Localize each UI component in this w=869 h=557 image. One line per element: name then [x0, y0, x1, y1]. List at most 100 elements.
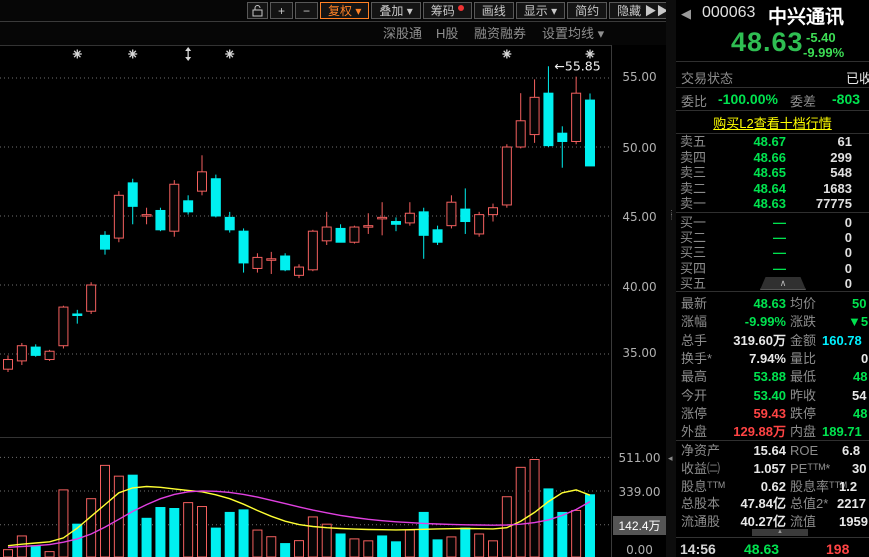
candle-up[interactable]	[196, 155, 207, 196]
volume-bar[interactable]	[183, 502, 194, 557]
candle-up[interactable]	[474, 211, 485, 237]
ask-price[interactable]: 48.64	[716, 181, 786, 196]
lock-button[interactable]	[247, 2, 268, 19]
overlay-button[interactable]: 叠加 ▾	[371, 2, 421, 19]
expand-orderbook-button[interactable]: ∧	[760, 277, 806, 290]
bid-price[interactable]: —	[716, 245, 786, 260]
collapse-panel-button[interactable]: ▲	[752, 529, 808, 536]
volume-bar[interactable]	[238, 509, 249, 557]
candle-up[interactable]	[404, 202, 415, 226]
volume-bar[interactable]	[363, 540, 374, 557]
candle-down[interactable]	[543, 66, 554, 147]
volume-bar[interactable]	[30, 545, 41, 557]
chips-button[interactable]: 筹码	[422, 2, 472, 19]
volume-bar[interactable]	[307, 516, 318, 557]
volume-bar[interactable]	[487, 540, 498, 557]
candle-up[interactable]	[169, 180, 180, 237]
candle-up[interactable]	[141, 207, 152, 225]
volume-bar[interactable]	[169, 508, 180, 557]
ask-price[interactable]: 48.63	[716, 196, 786, 211]
zoom-in-button[interactable]: +	[270, 2, 294, 19]
candle-up[interactable]	[529, 79, 540, 143]
link-shenzhen-connect[interactable]: 深股通	[383, 23, 422, 45]
candle-down[interactable]	[127, 178, 138, 225]
candle-up[interactable]	[86, 282, 97, 314]
candle-up[interactable]	[321, 211, 332, 245]
volume-bar[interactable]	[349, 538, 360, 557]
volume-bar[interactable]	[58, 489, 69, 557]
volume-bar[interactable]	[44, 551, 55, 557]
bid-price[interactable]: —	[716, 261, 786, 276]
zoom-out-button[interactable]: −	[295, 2, 319, 19]
volume-bar[interactable]	[571, 509, 582, 557]
candle-down[interactable]	[224, 211, 235, 233]
volume-bar[interactable]	[515, 466, 526, 557]
volume-bar[interactable]	[377, 535, 388, 557]
candle-down[interactable]	[238, 228, 249, 273]
bid-price[interactable]: —	[716, 230, 786, 245]
volume-bar[interactable]	[321, 523, 332, 557]
candle-down[interactable]	[584, 93, 595, 167]
volume-bar[interactable]	[557, 511, 568, 557]
candle-up[interactable]	[487, 203, 498, 222]
volume-bar[interactable]	[196, 506, 207, 557]
candle-down[interactable]	[72, 309, 83, 324]
candle-down[interactable]	[280, 253, 291, 272]
volume-bar[interactable]	[141, 517, 152, 557]
ask-price[interactable]: 48.66	[716, 150, 786, 165]
candle-up[interactable]	[515, 93, 526, 149]
candle-up[interactable]	[501, 144, 512, 208]
kline-chart[interactable]: ←55.85	[0, 46, 611, 437]
volume-bar[interactable]	[390, 541, 401, 557]
volume-bar[interactable]	[155, 507, 166, 557]
draw-line-button[interactable]: 画线	[473, 2, 514, 19]
simple-mode-button[interactable]: 简约	[567, 2, 608, 19]
candle-down[interactable]	[390, 217, 401, 232]
ask-price[interactable]: 48.67	[716, 134, 786, 149]
link-ma-settings[interactable]: 设置均线 ▾	[542, 23, 604, 45]
volume-bar[interactable]	[432, 539, 443, 557]
volume-bar[interactable]	[293, 540, 304, 557]
candle-up[interactable]	[307, 229, 318, 272]
volume-bar[interactable]	[280, 543, 291, 557]
candle-down[interactable]	[335, 224, 346, 243]
volume-bar[interactable]	[210, 527, 221, 557]
back-arrow-icon[interactable]: ◀	[681, 6, 691, 21]
candle-up[interactable]	[3, 355, 13, 372]
link-h-share[interactable]: H股	[436, 23, 458, 45]
volume-chart[interactable]	[0, 438, 611, 557]
volume-bar[interactable]	[460, 527, 471, 557]
candle-up[interactable]	[349, 225, 360, 244]
volume-bar[interactable]	[446, 536, 457, 557]
candle-down[interactable]	[432, 225, 443, 245]
volume-bar[interactable]	[404, 529, 415, 557]
volume-bar[interactable]	[252, 529, 263, 557]
candle-up[interactable]	[363, 213, 374, 234]
candle-down[interactable]	[155, 207, 166, 232]
candle-down[interactable]	[557, 126, 568, 168]
candle-down[interactable]	[183, 195, 194, 215]
volume-bar[interactable]	[474, 533, 485, 557]
volume-bar[interactable]	[335, 533, 346, 557]
link-margin-trading[interactable]: 融资融券	[474, 23, 526, 45]
candle-up[interactable]	[113, 191, 124, 243]
volume-bar[interactable]	[418, 511, 429, 557]
candle-up[interactable]	[446, 195, 457, 229]
candle-up[interactable]	[377, 202, 388, 236]
candle-up[interactable]	[58, 305, 69, 349]
volume-bar[interactable]	[113, 475, 124, 557]
display-button[interactable]: 显示 ▾	[515, 2, 566, 19]
volume-bar[interactable]	[266, 536, 277, 557]
candle-down[interactable]	[418, 207, 429, 259]
volume-bar[interactable]	[3, 549, 13, 557]
splitter-arrow-icon[interactable]: ◂	[668, 454, 674, 463]
candle-up[interactable]	[293, 264, 304, 279]
volume-bar[interactable]	[72, 523, 83, 557]
volume-bar[interactable]	[99, 464, 110, 557]
bid-price[interactable]: —	[716, 215, 786, 230]
candle-down[interactable]	[30, 344, 41, 357]
candle-up[interactable]	[16, 342, 27, 366]
volume-bar[interactable]	[529, 459, 540, 557]
candle-down[interactable]	[460, 188, 471, 234]
adjust-price-button[interactable]: 复权 ▾	[320, 2, 370, 19]
